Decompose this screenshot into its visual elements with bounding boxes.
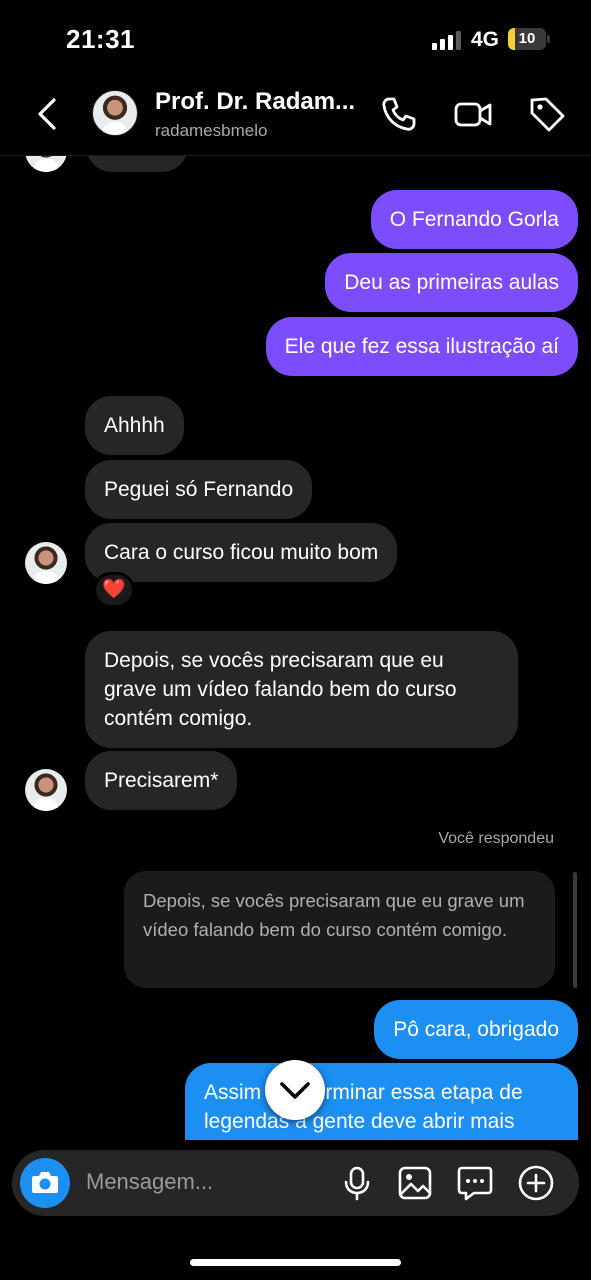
contact-name[interactable]: Prof. Dr. Radam... [155, 88, 367, 116]
plus-icon[interactable] [517, 1164, 555, 1202]
incoming-message[interactable]: Peguei só Fernando [85, 460, 313, 519]
camera-button[interactable] [20, 1158, 70, 1208]
incoming-message[interactable]: Depois, se vocês precisaram que eu grave… [85, 631, 518, 748]
gallery-icon[interactable] [396, 1164, 434, 1202]
quoted-message[interactable]: Depois, se vocês precisaram que eu grave… [124, 871, 555, 988]
replied-label: Você respondeu [438, 830, 554, 847]
outgoing-message[interactable]: O Fernando Gorla [370, 190, 578, 249]
home-indicator[interactable] [190, 1259, 401, 1266]
message-line: Assim que terminar essa etapa de [204, 1081, 523, 1104]
message-line: contém comigo. [104, 707, 253, 730]
tag-icon[interactable] [527, 94, 567, 134]
scrollbar[interactable] [573, 872, 577, 988]
outgoing-message[interactable]: Pô cara, obrigado [374, 1000, 578, 1059]
contact-avatar-small[interactable] [25, 542, 67, 584]
incoming-message[interactable]: Ahhhh [85, 396, 184, 455]
incoming-message[interactable]: Precisarem* [85, 751, 238, 810]
message-line: legendas a gente deve abrir mais [204, 1110, 515, 1133]
message-line: grave um vídeo falando bem do curso [104, 678, 457, 701]
sticker-icon[interactable] [456, 1164, 494, 1202]
message-line: Depois, se vocês precisaram que eu [104, 649, 444, 672]
outgoing-message[interactable]: Ele que fez essa ilustração aí [265, 317, 578, 376]
contact-avatar-small[interactable] [25, 769, 67, 811]
battery-icon: 10 [508, 28, 546, 50]
battery-level: 10 [518, 30, 536, 47]
contact-avatar[interactable] [92, 90, 138, 136]
signal-icon [432, 30, 462, 50]
status-time: 21:31 [66, 24, 135, 54]
camera-icon [32, 1172, 58, 1193]
message-composer: Mensagem... [12, 1150, 579, 1216]
chevron-down-icon [280, 1082, 310, 1099]
phone-icon[interactable] [378, 94, 418, 134]
outgoing-message[interactable]: Deu as primeiras aulas [325, 253, 578, 312]
heart-reaction-icon[interactable]: ❤️ [93, 572, 135, 608]
video-call-icon[interactable] [453, 94, 493, 134]
contact-username[interactable]: radamesbmelo [155, 121, 267, 141]
network-type: 4G [471, 28, 500, 51]
scroll-down-button[interactable] [265, 1060, 325, 1120]
chat-header: Prof. Dr. Radam... radamesbmelo [0, 78, 591, 156]
microphone-icon[interactable] [338, 1164, 376, 1202]
battery-cap [547, 35, 550, 43]
message-input[interactable]: Mensagem... [86, 1169, 213, 1195]
incoming-message[interactable]: Cara o curso ficou muito bom [85, 523, 398, 582]
status-bar: 21:31 4G 10 [0, 0, 591, 78]
back-icon[interactable] [30, 94, 66, 134]
